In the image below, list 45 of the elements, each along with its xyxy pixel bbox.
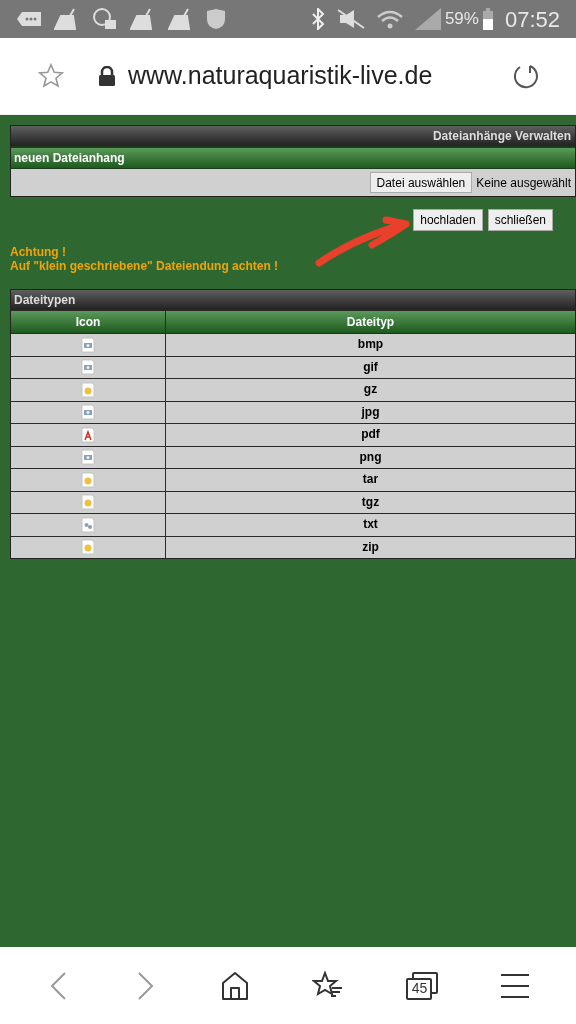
battery-icon [482,8,493,30]
shield-icon [206,8,226,30]
lock-icon [98,66,116,86]
warning-text: Auf "klein geschriebene" Dateiendung achten ! [10,259,280,273]
bluetooth-icon [310,8,325,30]
image-file-icon [80,359,96,376]
text-file-icon [80,516,96,533]
signal-icon [414,8,441,30]
column-header: Dateityp [166,311,575,333]
image-file-icon [80,449,96,466]
archive-file-icon [80,381,96,398]
clock: 07:52 [504,5,560,34]
battery-percent: 59% [444,8,479,31]
table-cell: tgz [166,491,575,513]
column-header: Icon [11,311,165,333]
warning-text: Achtung ! [10,245,67,259]
table-cell: bmp [166,334,575,356]
image-file-icon [80,336,96,353]
table-cell: gz [166,379,575,401]
table-cell: gif [166,356,575,378]
table-title: Dateitypen [11,290,575,310]
archive-file-icon [80,539,96,556]
panel-title: Dateianhänge Verwalten [11,126,575,146]
panel-subtitle: neuen Dateianhang [11,148,575,168]
table-cell: png [166,446,575,468]
wifi-icon [376,8,403,30]
choose-file-button[interactable]: Datei auswählen [369,172,473,193]
url-text[interactable]: www.naturaquaristik-live.de [128,57,433,95]
archive-file-icon [80,471,96,488]
file-status: Keine ausgewählt [476,174,571,192]
image-file-icon [80,404,96,421]
table-cell: txt [166,514,575,536]
pdf-file-icon [80,426,96,443]
archive-file-icon [80,494,96,511]
table-cell: zip [166,536,575,558]
table-cell: tar [166,469,575,491]
mute-icon [336,8,365,30]
upload-button[interactable]: hochladen [413,209,483,231]
reload-icon[interactable] [512,62,540,90]
table-cell: pdf [166,424,575,446]
table-cell: jpg [166,401,575,423]
close-button[interactable]: schließen [487,209,553,231]
menu-icon[interactable] [500,972,529,999]
home-icon[interactable] [219,970,250,1001]
message-icon [16,11,42,27]
